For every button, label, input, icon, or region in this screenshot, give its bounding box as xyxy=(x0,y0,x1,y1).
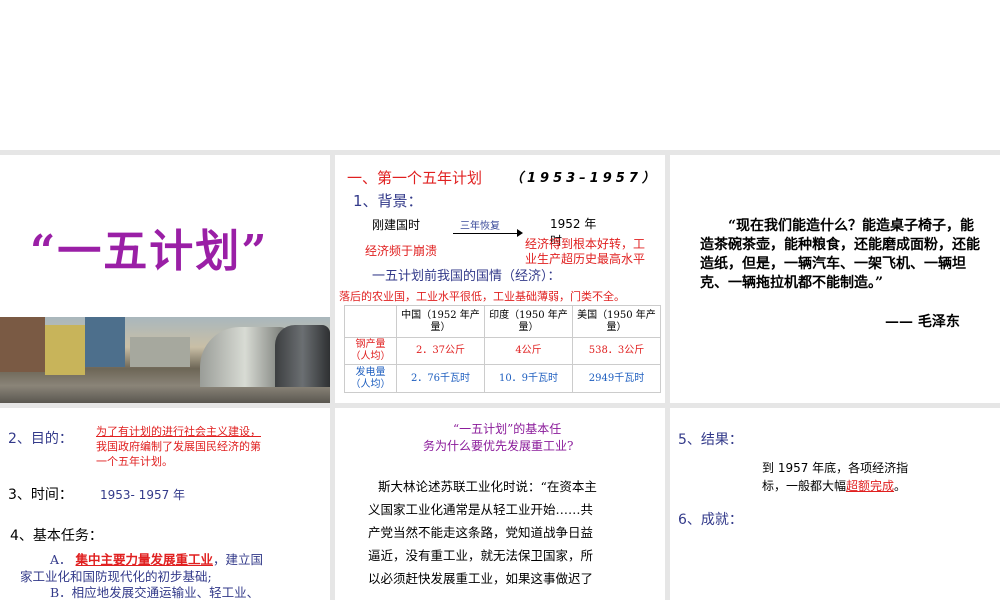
task-a-rest: ，建立国 xyxy=(213,552,264,567)
task-a-key: 集中主要力量发展重工业 xyxy=(75,552,214,567)
locomotive-shape xyxy=(275,325,330,387)
row-label: 钢产量（人均） xyxy=(344,337,397,365)
question-line1: “一五计划”的基本任 xyxy=(453,422,562,436)
task-label: 4、基本任务： xyxy=(10,528,103,544)
header-cell xyxy=(344,305,397,338)
table-cell: 2．76千瓦时 xyxy=(396,364,485,393)
stalin-line: 以必须赶快发展重工业，如果这事做迟了 xyxy=(368,571,594,586)
slide-sorter-grid: “一五计划” 一、第一个五年计划 （1953–1957） 1、背景： 刚建国时 … xyxy=(0,150,1000,600)
slide-thumbnail-1[interactable]: “一五计划” xyxy=(0,155,330,403)
table-row: 钢产量（人均） 2．37公斤 4公斤 538．3公斤 xyxy=(344,337,661,365)
task-a-prefix: A． xyxy=(50,552,72,567)
arrow-head-icon xyxy=(517,229,523,237)
header-cell: 印度（1950 年产量） xyxy=(484,305,573,338)
stalin-line: 逼近，没有重工业，就无法保卫国家，所 xyxy=(368,548,594,563)
quote-author: —— 毛泽东 xyxy=(885,314,960,330)
result-text: 标，一般都大幅 xyxy=(762,479,847,493)
slide-thumbnail-2[interactable]: 一、第一个五年计划 （1953–1957） 1、背景： 刚建国时 三年恢复 19… xyxy=(335,155,665,403)
building-shape xyxy=(130,337,190,367)
row-label: 发电量（人均） xyxy=(344,364,397,393)
table-cell: 2949千瓦时 xyxy=(572,364,661,393)
table-row: 发电量（人均） 2．76千瓦时 10．9千瓦时 2949千瓦时 xyxy=(344,364,661,393)
question-line2: 务为什么要优先发展重工业? xyxy=(423,439,574,453)
result-line1: 到 1957 年底，各项经济指 xyxy=(762,461,909,475)
slide-thumbnail-6[interactable]: 5、结果： 到 1957 年底，各项经济指 标，一般都大幅超额完成。 6、成就： xyxy=(670,408,1000,600)
header-cell: 美国（1950 年产量） xyxy=(572,305,661,338)
result-label: 5、结果： xyxy=(678,432,743,448)
achievement-label: 6、成就： xyxy=(678,512,743,528)
header-cell: 中国（1952 年产量） xyxy=(396,305,485,338)
arrow-label: 三年恢复 xyxy=(460,221,500,232)
situation-label: 一五计划前我国的国情（经济）： xyxy=(372,269,561,284)
purpose-line2: 我国政府编制了发展国民经济的第 xyxy=(96,440,261,453)
stalin-line: 斯大林论述苏联工业化时说：“在资本主 xyxy=(378,479,597,494)
building-shape xyxy=(85,317,125,367)
start-state: 经济频于崩溃 xyxy=(365,244,438,258)
time-value: 1953- 1957 年 xyxy=(100,488,186,502)
top-blank-area xyxy=(0,0,1000,150)
table-cell: 10．9千瓦时 xyxy=(484,364,573,393)
stalin-line: 义国家工业化通常是从轻工业开始……共 xyxy=(368,502,594,517)
section-heading: 一、第一个五年计划 xyxy=(347,169,483,187)
table-cell: 538．3公斤 xyxy=(572,337,661,365)
result-highlight: 超额完成 xyxy=(846,479,895,493)
purpose-line1: 为了有计划的进行社会主义建设， xyxy=(96,425,261,438)
task-b: B．相应地发展交通运输业、轻工业、 xyxy=(50,585,260,600)
railway-image xyxy=(0,317,330,403)
slide-thumbnail-3[interactable]: “现在我们能造什么？能造桌子椅子，能造茶碗茶壶，能种粮食，还能磨成面粉，还能造纸… xyxy=(670,155,1000,403)
slide-thumbnail-4[interactable]: 2、目的： 为了有计划的进行社会主义建设， 我国政府编制了发展国民经济的第 一个… xyxy=(0,408,330,600)
arrow-icon xyxy=(453,233,521,234)
slide-title: “一五计划” xyxy=(30,226,269,277)
table-cell: 2．37公斤 xyxy=(396,337,485,365)
time-label: 3、时间： xyxy=(8,487,73,503)
purpose-line3: 一个五年计划。 xyxy=(96,455,173,468)
comparison-table: 中国（1952 年产量） 印度（1950 年产量） 美国（1950 年产量） 钢… xyxy=(344,305,661,393)
table-cell: 4公斤 xyxy=(484,337,573,365)
building-shape xyxy=(45,325,85,375)
stalin-line: 产党当然不能走这条路，党知道战争日益 xyxy=(368,525,594,540)
years: （1953–1957） xyxy=(510,171,659,186)
slide-thumbnail-5[interactable]: “一五计划”的基本任 务为什么要优先发展重工业? 斯大林论述苏联工业化时说：“在… xyxy=(335,408,665,600)
result-period: 。 xyxy=(894,479,907,493)
result-line2: 标，一般都大幅超额完成。 xyxy=(762,477,906,494)
purpose-label: 2、目的： xyxy=(8,431,73,447)
situation-summary: 落后的农业国，工业水平很低，工业基础薄弱，门类不全。 xyxy=(339,290,625,303)
mao-quote: “现在我们能造什么？能造桌子椅子，能造茶碗茶壶，能种粮食，还能磨成面粉，还能造纸… xyxy=(700,218,980,291)
background-label: 1、背景： xyxy=(353,192,423,210)
start-label: 刚建国时 xyxy=(372,218,421,232)
building-shape xyxy=(0,317,45,372)
table-header-row: 中国（1952 年产量） 印度（1950 年产量） 美国（1950 年产量） xyxy=(344,305,661,338)
